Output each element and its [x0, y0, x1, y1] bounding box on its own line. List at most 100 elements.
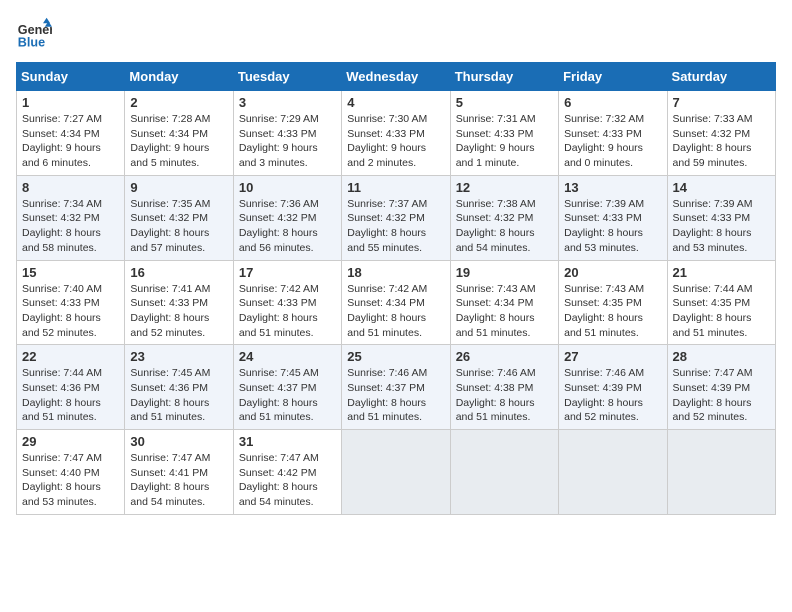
calendar-day-cell: 28 Sunrise: 7:47 AMSunset: 4:39 PMDayligh…: [667, 345, 775, 430]
day-number: 24: [239, 349, 336, 364]
day-number: 30: [130, 434, 227, 449]
calendar-day-cell: 31Sunrise: 7:47 AMSunset: 4:42 PMDayligh…: [233, 430, 341, 515]
calendar-day-cell: 4 Sunrise: 7:30 AMSunset: 4:33 PMDaylight…: [342, 91, 450, 176]
calendar-day-cell: 30 Sunrise: 7:47 AMSunset: 4:41 PMDayligh…: [125, 430, 233, 515]
calendar-header-cell: Saturday: [667, 63, 775, 91]
day-number: 10: [239, 180, 336, 195]
day-info: Sunrise: 7:39 AMSunset: 4:33 PMDaylight:…: [673, 197, 770, 256]
day-info: Sunrise: 7:37 AMSunset: 4:32 PMDaylight:…: [347, 197, 444, 256]
day-number: 9: [130, 180, 227, 195]
day-info: Sunrise: 7:42 AMSunset: 4:33 PMDaylight:…: [239, 282, 336, 341]
calendar-day-cell: 11 Sunrise: 7:37 AMSunset: 4:32 PMDayligh…: [342, 175, 450, 260]
calendar-day-cell: [667, 430, 775, 515]
calendar-header-cell: Monday: [125, 63, 233, 91]
calendar-week-row: 8 Sunrise: 7:34 AMSunset: 4:32 PMDaylight…: [17, 175, 776, 260]
day-info: Sunrise: 7:47 AMSunset: 4:40 PMDaylight:…: [22, 451, 119, 510]
calendar-day-cell: 17 Sunrise: 7:42 AMSunset: 4:33 PMDayligh…: [233, 260, 341, 345]
day-info: Sunrise: 7:43 AMSunset: 4:35 PMDaylight:…: [564, 282, 661, 341]
day-info: Sunrise: 7:43 AMSunset: 4:34 PMDaylight:…: [456, 282, 553, 341]
day-number: 11: [347, 180, 444, 195]
calendar-day-cell: 15 Sunrise: 7:40 AMSunset: 4:33 PMDayligh…: [17, 260, 125, 345]
calendar-day-cell: [450, 430, 558, 515]
day-info: Sunrise: 7:45 AMSunset: 4:36 PMDaylight:…: [130, 366, 227, 425]
day-number: 13: [564, 180, 661, 195]
calendar-day-cell: 23Sunrise: 7:45 AMSunset: 4:36 PMDayligh…: [125, 345, 233, 430]
calendar-week-row: 29 Sunrise: 7:47 AMSunset: 4:40 PMDayligh…: [17, 430, 776, 515]
day-info: Sunrise: 7:39 AMSunset: 4:33 PMDaylight:…: [564, 197, 661, 256]
day-info: Sunrise: 7:27 AMSunset: 4:34 PMDaylight:…: [22, 112, 119, 171]
calendar-day-cell: 24 Sunrise: 7:45 AMSunset: 4:37 PMDayligh…: [233, 345, 341, 430]
calendar-day-cell: 18 Sunrise: 7:42 AMSunset: 4:34 PMDayligh…: [342, 260, 450, 345]
day-info: Sunrise: 7:31 AMSunset: 4:33 PMDaylight:…: [456, 112, 553, 171]
calendar-header: SundayMondayTuesdayWednesdayThursdayFrid…: [17, 63, 776, 91]
day-info: Sunrise: 7:30 AMSunset: 4:33 PMDaylight:…: [347, 112, 444, 171]
day-number: 28: [673, 349, 770, 364]
svg-text:Blue: Blue: [18, 36, 45, 50]
calendar-day-cell: [559, 430, 667, 515]
calendar-day-cell: 16 Sunrise: 7:41 AMSunset: 4:33 PMDayligh…: [125, 260, 233, 345]
calendar-header-cell: Tuesday: [233, 63, 341, 91]
day-number: 29: [22, 434, 119, 449]
day-number: 15: [22, 265, 119, 280]
calendar-week-row: 1 Sunrise: 7:27 AMSunset: 4:34 PMDaylight…: [17, 91, 776, 176]
calendar-header-cell: Sunday: [17, 63, 125, 91]
day-info: Sunrise: 7:29 AMSunset: 4:33 PMDaylight:…: [239, 112, 336, 171]
calendar-day-cell: 8 Sunrise: 7:34 AMSunset: 4:32 PMDaylight…: [17, 175, 125, 260]
day-info: Sunrise: 7:40 AMSunset: 4:33 PMDaylight:…: [22, 282, 119, 341]
calendar-day-cell: 2 Sunrise: 7:28 AMSunset: 4:34 PMDaylight…: [125, 91, 233, 176]
calendar-table: SundayMondayTuesdayWednesdayThursdayFrid…: [16, 62, 776, 515]
day-number: 12: [456, 180, 553, 195]
day-number: 6: [564, 95, 661, 110]
day-info: Sunrise: 7:44 AMSunset: 4:36 PMDaylight:…: [22, 366, 119, 425]
calendar-day-cell: 3 Sunrise: 7:29 AMSunset: 4:33 PMDaylight…: [233, 91, 341, 176]
day-info: Sunrise: 7:41 AMSunset: 4:33 PMDaylight:…: [130, 282, 227, 341]
day-number: 22: [22, 349, 119, 364]
day-number: 25: [347, 349, 444, 364]
calendar-day-cell: 12 Sunrise: 7:38 AMSunset: 4:32 PMDayligh…: [450, 175, 558, 260]
calendar-day-cell: 19Sunrise: 7:43 AMSunset: 4:34 PMDayligh…: [450, 260, 558, 345]
day-info: Sunrise: 7:34 AMSunset: 4:32 PMDaylight:…: [22, 197, 119, 256]
calendar-header-cell: Thursday: [450, 63, 558, 91]
day-info: Sunrise: 7:47 AMSunset: 4:39 PMDaylight:…: [673, 366, 770, 425]
calendar-day-cell: 10Sunrise: 7:36 AMSunset: 4:32 PMDayligh…: [233, 175, 341, 260]
calendar-day-cell: 20 Sunrise: 7:43 AMSunset: 4:35 PMDayligh…: [559, 260, 667, 345]
day-number: 2: [130, 95, 227, 110]
day-number: 18: [347, 265, 444, 280]
day-number: 5: [456, 95, 553, 110]
day-number: 17: [239, 265, 336, 280]
calendar-day-cell: 14 Sunrise: 7:39 AMSunset: 4:33 PMDayligh…: [667, 175, 775, 260]
day-number: 1: [22, 95, 119, 110]
day-info: Sunrise: 7:32 AMSunset: 4:33 PMDaylight:…: [564, 112, 661, 171]
calendar-day-cell: 7Sunrise: 7:33 AMSunset: 4:32 PMDaylight…: [667, 91, 775, 176]
calendar-day-cell: 29 Sunrise: 7:47 AMSunset: 4:40 PMDayligh…: [17, 430, 125, 515]
logo-icon: General Blue: [16, 16, 52, 52]
day-number: 20: [564, 265, 661, 280]
day-info: Sunrise: 7:46 AMSunset: 4:37 PMDaylight:…: [347, 366, 444, 425]
day-number: 8: [22, 180, 119, 195]
day-number: 31: [239, 434, 336, 449]
calendar-day-cell: 25 Sunrise: 7:46 AMSunset: 4:37 PMDayligh…: [342, 345, 450, 430]
calendar-day-cell: 1 Sunrise: 7:27 AMSunset: 4:34 PMDaylight…: [17, 91, 125, 176]
day-info: Sunrise: 7:38 AMSunset: 4:32 PMDaylight:…: [456, 197, 553, 256]
calendar-week-row: 22 Sunrise: 7:44 AMSunset: 4:36 PMDayligh…: [17, 345, 776, 430]
day-number: 26: [456, 349, 553, 364]
day-info: Sunrise: 7:46 AMSunset: 4:38 PMDaylight:…: [456, 366, 553, 425]
calendar-day-cell: 26 Sunrise: 7:46 AMSunset: 4:38 PMDayligh…: [450, 345, 558, 430]
day-info: Sunrise: 7:28 AMSunset: 4:34 PMDaylight:…: [130, 112, 227, 171]
day-info: Sunrise: 7:45 AMSunset: 4:37 PMDaylight:…: [239, 366, 336, 425]
day-number: 16: [130, 265, 227, 280]
calendar-header-cell: Wednesday: [342, 63, 450, 91]
calendar-body: 1 Sunrise: 7:27 AMSunset: 4:34 PMDaylight…: [17, 91, 776, 515]
calendar-day-cell: 21Sunrise: 7:44 AMSunset: 4:35 PMDayligh…: [667, 260, 775, 345]
day-info: Sunrise: 7:33 AMSunset: 4:32 PMDaylight:…: [673, 112, 770, 171]
calendar-day-cell: 6 Sunrise: 7:32 AMSunset: 4:33 PMDaylight…: [559, 91, 667, 176]
day-number: 14: [673, 180, 770, 195]
day-info: Sunrise: 7:47 AMSunset: 4:41 PMDaylight:…: [130, 451, 227, 510]
day-info: Sunrise: 7:42 AMSunset: 4:34 PMDaylight:…: [347, 282, 444, 341]
day-info: Sunrise: 7:46 AMSunset: 4:39 PMDaylight:…: [564, 366, 661, 425]
calendar-week-row: 15 Sunrise: 7:40 AMSunset: 4:33 PMDayligh…: [17, 260, 776, 345]
calendar-day-cell: 9 Sunrise: 7:35 AMSunset: 4:32 PMDaylight…: [125, 175, 233, 260]
day-info: Sunrise: 7:35 AMSunset: 4:32 PMDaylight:…: [130, 197, 227, 256]
day-number: 3: [239, 95, 336, 110]
day-number: 4: [347, 95, 444, 110]
